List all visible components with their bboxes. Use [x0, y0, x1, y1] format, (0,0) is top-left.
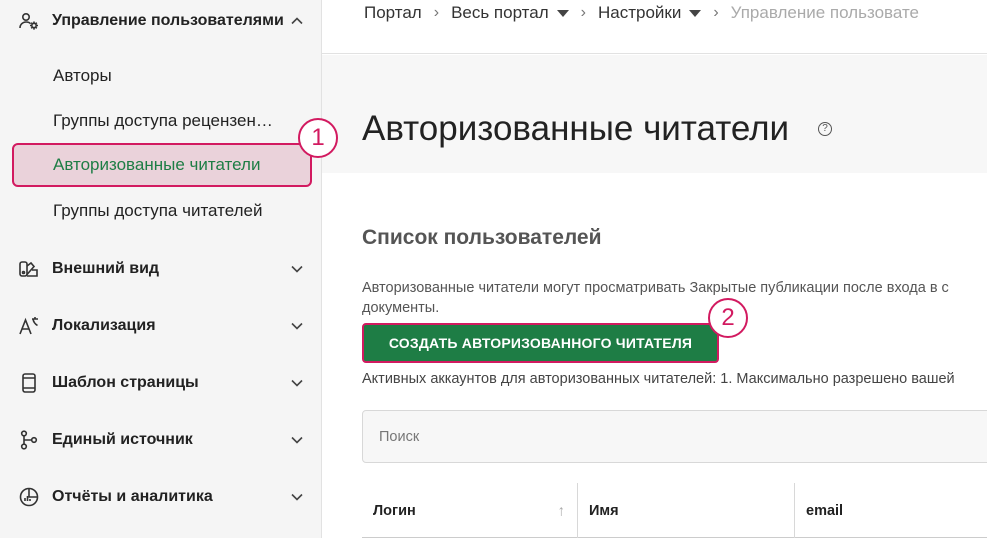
sidebar-item-reader-groups[interactable]: Группы доступа читателей	[12, 189, 312, 233]
chevron-down-icon	[291, 493, 303, 501]
caret-down-icon	[556, 10, 569, 18]
sidebar-item-label: Авторы	[53, 66, 112, 85]
column-header-label: Имя	[589, 502, 619, 519]
chevron-down-icon	[291, 436, 303, 444]
users-gear-icon	[18, 10, 40, 32]
sort-arrow-icon[interactable]: ↑	[558, 502, 566, 519]
breadcrumb-separator-icon: ›	[580, 4, 586, 21]
description-text: Авторизованные читатели могут просматрив…	[362, 278, 987, 318]
column-header-login[interactable]: Логин ↑	[362, 483, 578, 538]
breadcrumb-portal[interactable]: Портал	[364, 3, 422, 23]
section-title: Список пользователей	[362, 226, 602, 249]
sidebar-item-authors[interactable]: Авторы	[12, 54, 312, 98]
sidebar-item-authorized-readers[interactable]: Авторизованные читатели	[12, 143, 312, 187]
palette-icon	[18, 258, 40, 280]
breadcrumb-settings[interactable]: Настройки	[597, 3, 702, 23]
help-icon[interactable]: ?	[818, 122, 832, 136]
description-line: Авторизованные читатели могут просматрив…	[362, 280, 949, 296]
create-authorized-reader-button[interactable]: СОЗДАТЬ АВТОРИЗОВАННОГО ЧИТАТЕЛЯ	[362, 323, 719, 363]
sidebar-item-label: Группы доступа читателей	[53, 201, 263, 220]
breadcrumb-separator-icon: ›	[713, 4, 719, 21]
description-line: документы.	[362, 300, 440, 316]
column-header-label: Логин	[373, 502, 416, 519]
breadcrumb-current: Управление пользовате	[730, 3, 919, 22]
column-header-name[interactable]: Имя	[578, 483, 795, 538]
nav-group-localization[interactable]: Локализация	[0, 306, 322, 346]
active-accounts-info: Активных аккаунтов для авторизованных чи…	[362, 371, 955, 387]
breadcrumb: Портал › Весь портал › Настройки › Управ…	[364, 3, 919, 23]
nav-group-label: Внешний вид	[52, 260, 160, 277]
chevron-down-icon	[291, 265, 303, 273]
chevron-down-icon	[291, 379, 303, 387]
breadcrumb-label: Настройки	[597, 3, 682, 22]
search-input[interactable]	[362, 410, 987, 463]
nav-group-label: Управление пользователями	[52, 12, 284, 29]
sidebar-item-label: Авторизованные читатели	[53, 155, 261, 174]
nav-group-label: Локализация	[52, 317, 156, 334]
chevron-down-icon	[291, 322, 303, 330]
chevron-up-icon	[291, 17, 303, 25]
caret-down-icon	[689, 10, 702, 18]
column-header-label: email	[806, 502, 844, 519]
main-content: Портал › Весь портал › Настройки › Управ…	[322, 0, 987, 538]
nav-group-label: Единый источник	[52, 431, 193, 448]
breadcrumb-whole-portal[interactable]: Весь портал	[451, 3, 569, 23]
annotation-badge-1: 1	[298, 118, 338, 158]
nav-group-appearance[interactable]: Внешний вид	[0, 249, 322, 289]
nav-group-label: Шаблон страницы	[52, 374, 199, 391]
sidebar: Управление пользователями Авторы Группы …	[0, 0, 322, 538]
single-source-icon	[18, 429, 40, 451]
nav-group-user-management[interactable]: Управление пользователями	[0, 1, 322, 41]
nav-group-label: Отчёты и аналитика	[52, 488, 213, 505]
page-title: Авторизованные читатели	[362, 109, 790, 148]
nav-group-page-template[interactable]: Шаблон страницы	[0, 363, 322, 403]
annotation-badge-2: 2	[708, 298, 748, 338]
breadcrumb-label: Весь портал	[451, 3, 549, 22]
column-header-email[interactable]: email	[795, 483, 987, 538]
page-template-icon	[18, 372, 40, 394]
sidebar-item-label: Группы доступа рецензен…	[53, 111, 273, 130]
breadcrumb-separator-icon: ›	[433, 4, 440, 21]
top-bar: Портал › Весь портал › Настройки › Управ…	[322, 0, 987, 54]
nav-group-reports-analytics[interactable]: Отчёты и аналитика	[0, 477, 322, 517]
translate-icon	[18, 315, 40, 337]
nav-group-single-source[interactable]: Единый источник	[0, 420, 322, 460]
sidebar-item-reviewer-groups[interactable]: Группы доступа рецензен…	[12, 99, 312, 143]
analytics-icon	[18, 486, 40, 508]
table-header: Логин ↑ Имя email	[362, 483, 987, 538]
